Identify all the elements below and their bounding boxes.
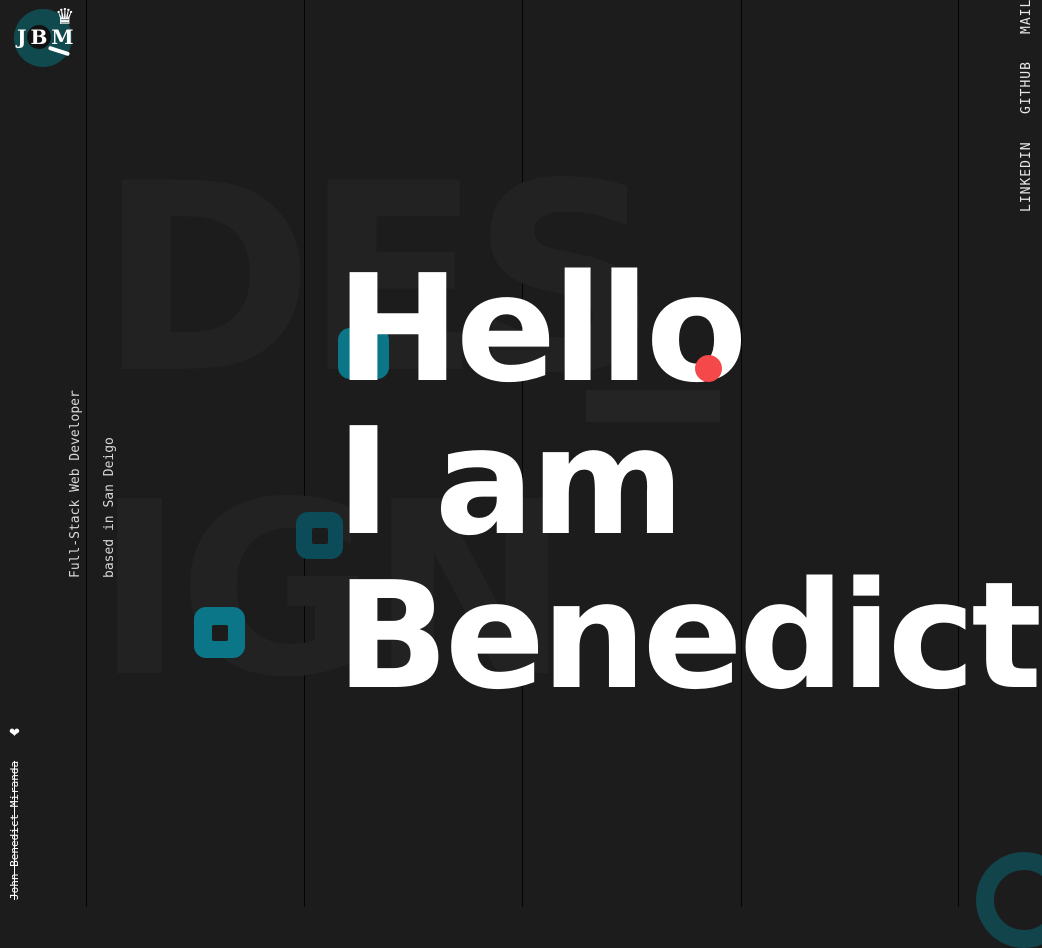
logo-letter-b: B — [27, 25, 52, 49]
hero-line-name: Benedict — [336, 550, 1042, 722]
jbm-logo-icon[interactable]: JBM ♛ — [14, 5, 75, 67]
nav-link-linkedin[interactable]: LINKEDIN — [1019, 141, 1034, 212]
nav-link-github[interactable]: GITHUB — [1019, 61, 1034, 114]
heart-icon: ❤ — [9, 726, 20, 741]
nav-link-mail[interactable]: MAIL — [1019, 0, 1034, 34]
red-dot-accent — [695, 355, 722, 382]
grid-line — [958, 0, 959, 907]
hero-line-i-am: I am — [336, 396, 685, 568]
decorative-teal-square — [194, 607, 245, 658]
crown-icon: ♛ — [55, 5, 75, 30]
logo-letter-j: J — [17, 25, 28, 49]
role-tagline: Full-Stack Web Developer — [68, 390, 83, 578]
decorative-ring — [976, 852, 1042, 948]
location-tagline: based in San Deigo — [102, 437, 117, 578]
author-credit: John Benedict Miranda — [8, 760, 21, 900]
grid-line — [741, 0, 742, 907]
grid-line — [86, 0, 87, 907]
hero-line-hello: Hello — [336, 243, 747, 415]
